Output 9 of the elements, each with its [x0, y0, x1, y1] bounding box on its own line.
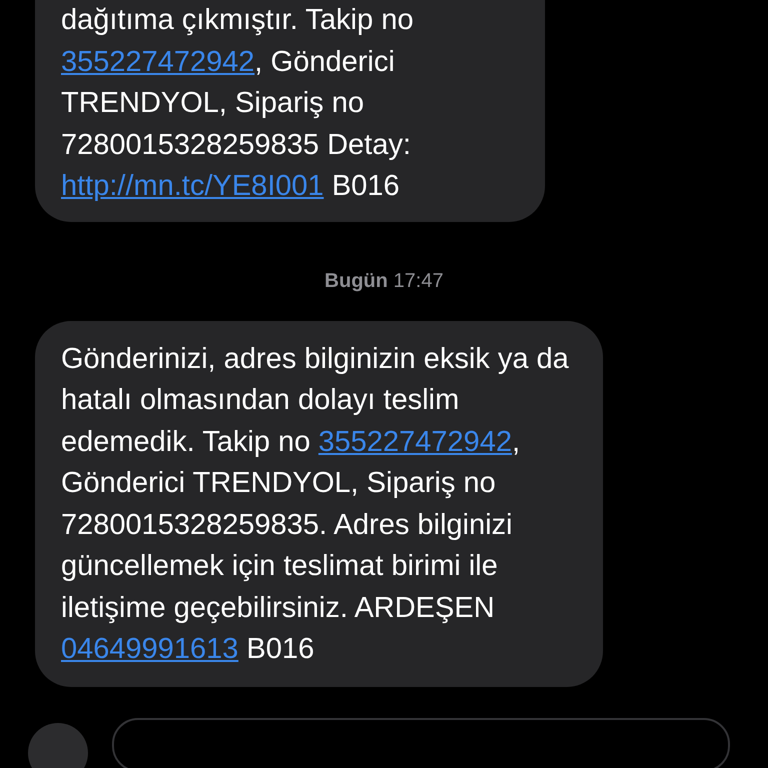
message-text: Gönderinizi, adres bilginizin eksik ya da hatalı olmasından dolayı teslim edemedik. Takip no 355227472942, Gönderici TRENDYOL, Sipariş no 7280015328259835. Adres bilginizi güncellemek için teslimat birimi ile iletişime geçebilirsiniz. ARDEŞEN 04649991613 B016 [61, 342, 570, 667]
message-link[interactable]: http://mn.tc/YE8I001 [61, 170, 324, 202]
message-text: dağıtıma çıkmıştır. Takip no 355227472942, Gönderici TRENDYOL, Sipariş no 7280015328259835 Detay: http://mn.tc/YE8I001 B016 [61, 3, 414, 204]
timestamp: Bugün 17:47 [324, 270, 444, 292]
message-link[interactable]: 04649991613 [61, 633, 238, 665]
message-link[interactable]: 355227472942 [61, 46, 255, 78]
message-field[interactable] [112, 718, 730, 768]
circle-button[interactable] [28, 722, 88, 768]
message-link[interactable]: 355227472942 [318, 426, 512, 458]
